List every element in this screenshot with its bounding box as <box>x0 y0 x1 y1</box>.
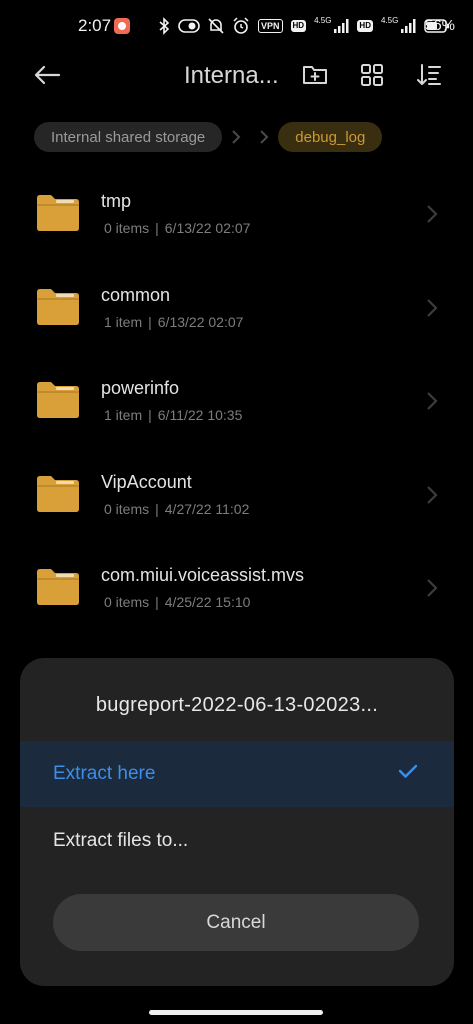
toggle-icon <box>178 19 200 33</box>
file-meta: 0 items | 4/27/22 11:02 <box>104 500 250 517</box>
modified-date: 4/27/22 11:02 <box>164 500 250 517</box>
file-name: tmp <box>101 191 132 211</box>
signal-icon-2 <box>400 18 416 34</box>
chevron-right-icon <box>427 298 438 317</box>
vpn-badge: VPN <box>258 19 283 33</box>
mute-bell-icon <box>208 17 224 35</box>
grid-view-icon <box>361 64 383 86</box>
extract-here-option[interactable]: Extract here <box>20 741 454 807</box>
option-label: Extract files to... <box>53 830 189 851</box>
home-indicator[interactable] <box>149 1010 323 1015</box>
status-time: 2:07 <box>78 16 112 35</box>
extract-files-to-option[interactable]: Extract files to... <box>20 808 454 874</box>
signal-icon <box>333 18 349 34</box>
breadcrumb-current[interactable]: debug_log <box>278 122 383 152</box>
alarm-icon <box>232 17 250 35</box>
file-name: powerinfo <box>101 378 180 398</box>
dialog-title: bugreport-2022-06-13-02023... <box>95 694 379 716</box>
chevron-right-icon <box>427 392 438 410</box>
status-icons: VPN HD 4.5G HD 4.5G <box>158 15 450 37</box>
top-bar: Interna... <box>0 52 473 100</box>
modified-date: 6/11/22 10:35 <box>157 407 243 423</box>
list-item[interactable]: common 1 item | 6/13/22 02:07 <box>0 264 473 358</box>
file-meta: 1 item | 6/13/22 02:07 <box>104 313 244 330</box>
list-item[interactable]: VipAccount 0 items | 4/27/22 11:02 <box>0 451 473 545</box>
hd-badge: HD <box>290 20 307 32</box>
folder-icon <box>37 288 79 325</box>
bluetooth-icon <box>158 17 170 35</box>
item-count: 1 item <box>104 407 143 423</box>
checkmark-icon <box>398 764 418 778</box>
sort-icon <box>417 64 441 85</box>
new-folder-icon <box>303 66 327 84</box>
grid-view-button[interactable] <box>358 61 386 89</box>
item-count: 0 items <box>104 594 150 610</box>
item-count: 1 item <box>104 313 143 330</box>
file-list: tmp 0 items | 6/13/22 02:07 common 1 item |… <box>0 170 473 638</box>
item-count: 0 items <box>104 220 150 236</box>
list-item[interactable]: powerinfo 1 item | 6/11/22 10:35 <box>0 357 473 451</box>
list-item[interactable]: com.miui.voiceassist.mvs 0 items | 4/25/22… <box>0 544 473 638</box>
option-label: Extract here <box>53 763 156 784</box>
modified-date: 6/13/22 02:07 <box>157 313 244 330</box>
file-name: VipAccount <box>101 471 192 492</box>
breadcrumb: Internal shared storage debug_log <box>34 122 383 152</box>
file-meta: 0 items | 6/13/22 02:07 <box>104 220 251 236</box>
chevron-right-icon <box>427 579 438 597</box>
network-type-label-2: 4.5G <box>380 15 399 25</box>
folder-icon <box>37 569 79 605</box>
file-name: com.miui.voiceassist.mvs <box>101 565 305 585</box>
network-type-label: 4.5G <box>314 15 332 25</box>
battery-percent: 56% <box>425 17 456 34</box>
folder-icon <box>37 382 79 418</box>
cancel-button[interactable]: Cancel <box>53 894 419 951</box>
chevron-right-icon <box>250 129 278 145</box>
page-title: Interna... <box>184 62 279 89</box>
back-button[interactable] <box>30 60 64 90</box>
modified-date: 6/13/22 02:07 <box>164 220 251 236</box>
file-name: common <box>101 284 171 305</box>
extract-dialog: bugreport-2022-06-13-02023... Extract he… <box>20 658 454 986</box>
new-folder-button[interactable] <box>301 61 329 89</box>
modified-date: 4/25/22 15:10 <box>164 594 251 610</box>
notification-icon <box>114 18 130 34</box>
breadcrumb-root[interactable]: Internal shared storage <box>34 122 223 152</box>
item-count: 0 items <box>104 500 150 517</box>
folder-icon <box>37 195 79 231</box>
back-arrow-icon <box>34 65 61 85</box>
chevron-right-icon <box>427 485 438 504</box>
status-bar: 2:07 VPN HD 4.5G HD 4.5G 56% <box>0 0 473 52</box>
file-meta: 0 items | 4/25/22 15:10 <box>104 594 251 610</box>
screen: 2:07 VPN HD 4.5G HD 4.5G 56% Interna... … <box>0 0 473 1024</box>
folder-icon <box>37 475 79 512</box>
chevron-right-icon <box>427 205 438 223</box>
list-item[interactable]: tmp 0 items | 6/13/22 02:07 <box>0 170 473 264</box>
sort-button[interactable] <box>415 61 443 89</box>
file-meta: 1 item | 6/11/22 10:35 <box>104 407 243 423</box>
hd-badge-2: HD <box>357 20 373 32</box>
chevron-right-icon <box>222 129 250 145</box>
